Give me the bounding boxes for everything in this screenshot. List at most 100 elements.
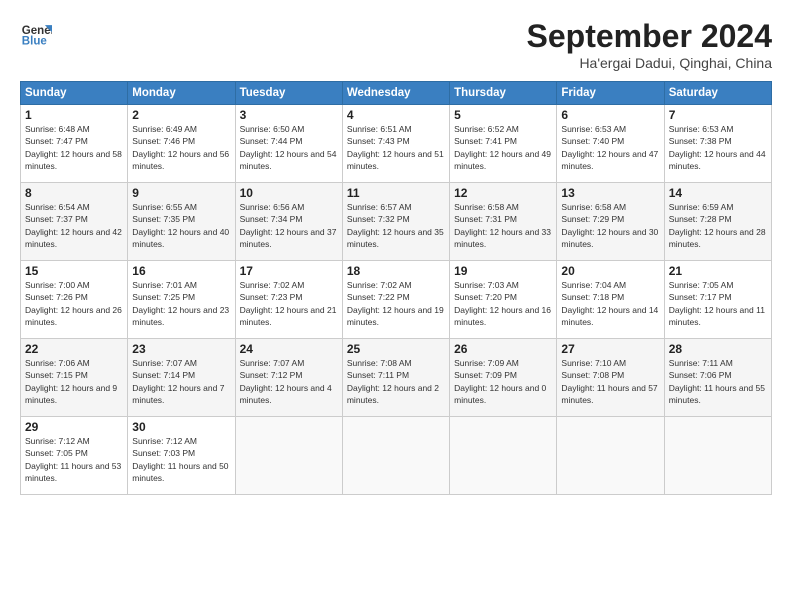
svg-text:Blue: Blue — [22, 36, 48, 48]
empty-cell — [342, 417, 449, 495]
day-info: Sunrise: 7:12 AMSunset: 7:05 PMDaylight:… — [25, 435, 123, 484]
location: Ha'ergai Dadui, Qinghai, China — [527, 55, 772, 71]
header: General Blue September 2024 Ha'ergai Dad… — [20, 18, 772, 71]
day-number: 27 — [561, 342, 659, 356]
day-info: Sunrise: 6:51 AMSunset: 7:43 PMDaylight:… — [347, 123, 445, 172]
weekday-header-row: SundayMondayTuesdayWednesdayThursdayFrid… — [21, 82, 772, 105]
day-cell-28: 28Sunrise: 7:11 AMSunset: 7:06 PMDayligh… — [664, 339, 771, 417]
day-number: 10 — [240, 186, 338, 200]
day-number: 2 — [132, 108, 230, 122]
day-info: Sunrise: 7:08 AMSunset: 7:11 PMDaylight:… — [347, 357, 445, 406]
day-cell-10: 10Sunrise: 6:56 AMSunset: 7:34 PMDayligh… — [235, 183, 342, 261]
day-cell-7: 7Sunrise: 6:53 AMSunset: 7:38 PMDaylight… — [664, 105, 771, 183]
day-info: Sunrise: 6:54 AMSunset: 7:37 PMDaylight:… — [25, 201, 123, 250]
day-info: Sunrise: 7:12 AMSunset: 7:03 PMDaylight:… — [132, 435, 230, 484]
day-cell-5: 5Sunrise: 6:52 AMSunset: 7:41 PMDaylight… — [450, 105, 557, 183]
weekday-header-saturday: Saturday — [664, 82, 771, 105]
day-info: Sunrise: 6:53 AMSunset: 7:38 PMDaylight:… — [669, 123, 767, 172]
day-number: 17 — [240, 264, 338, 278]
weekday-header-friday: Friday — [557, 82, 664, 105]
day-number: 13 — [561, 186, 659, 200]
day-cell-20: 20Sunrise: 7:04 AMSunset: 7:18 PMDayligh… — [557, 261, 664, 339]
day-cell-23: 23Sunrise: 7:07 AMSunset: 7:14 PMDayligh… — [128, 339, 235, 417]
empty-cell — [235, 417, 342, 495]
day-info: Sunrise: 7:02 AMSunset: 7:22 PMDaylight:… — [347, 279, 445, 328]
day-number: 22 — [25, 342, 123, 356]
week-row-4: 22Sunrise: 7:06 AMSunset: 7:15 PMDayligh… — [21, 339, 772, 417]
day-cell-19: 19Sunrise: 7:03 AMSunset: 7:20 PMDayligh… — [450, 261, 557, 339]
day-number: 11 — [347, 186, 445, 200]
day-cell-6: 6Sunrise: 6:53 AMSunset: 7:40 PMDaylight… — [557, 105, 664, 183]
day-cell-12: 12Sunrise: 6:58 AMSunset: 7:31 PMDayligh… — [450, 183, 557, 261]
day-number: 12 — [454, 186, 552, 200]
day-cell-11: 11Sunrise: 6:57 AMSunset: 7:32 PMDayligh… — [342, 183, 449, 261]
day-info: Sunrise: 6:59 AMSunset: 7:28 PMDaylight:… — [669, 201, 767, 250]
day-number: 23 — [132, 342, 230, 356]
day-info: Sunrise: 6:52 AMSunset: 7:41 PMDaylight:… — [454, 123, 552, 172]
day-number: 5 — [454, 108, 552, 122]
day-info: Sunrise: 6:48 AMSunset: 7:47 PMDaylight:… — [25, 123, 123, 172]
day-number: 26 — [454, 342, 552, 356]
day-cell-21: 21Sunrise: 7:05 AMSunset: 7:17 PMDayligh… — [664, 261, 771, 339]
day-number: 16 — [132, 264, 230, 278]
weekday-header-thursday: Thursday — [450, 82, 557, 105]
day-info: Sunrise: 6:49 AMSunset: 7:46 PMDaylight:… — [132, 123, 230, 172]
day-number: 6 — [561, 108, 659, 122]
day-number: 24 — [240, 342, 338, 356]
day-info: Sunrise: 7:06 AMSunset: 7:15 PMDaylight:… — [25, 357, 123, 406]
day-cell-15: 15Sunrise: 7:00 AMSunset: 7:26 PMDayligh… — [21, 261, 128, 339]
weekday-header-wednesday: Wednesday — [342, 82, 449, 105]
day-info: Sunrise: 7:11 AMSunset: 7:06 PMDaylight:… — [669, 357, 767, 406]
day-info: Sunrise: 7:03 AMSunset: 7:20 PMDaylight:… — [454, 279, 552, 328]
day-info: Sunrise: 6:58 AMSunset: 7:29 PMDaylight:… — [561, 201, 659, 250]
day-cell-26: 26Sunrise: 7:09 AMSunset: 7:09 PMDayligh… — [450, 339, 557, 417]
day-number: 25 — [347, 342, 445, 356]
day-cell-30: 30Sunrise: 7:12 AMSunset: 7:03 PMDayligh… — [128, 417, 235, 495]
day-cell-25: 25Sunrise: 7:08 AMSunset: 7:11 PMDayligh… — [342, 339, 449, 417]
day-number: 19 — [454, 264, 552, 278]
day-number: 29 — [25, 420, 123, 434]
day-number: 7 — [669, 108, 767, 122]
day-cell-14: 14Sunrise: 6:59 AMSunset: 7:28 PMDayligh… — [664, 183, 771, 261]
day-cell-4: 4Sunrise: 6:51 AMSunset: 7:43 PMDaylight… — [342, 105, 449, 183]
week-row-5: 29Sunrise: 7:12 AMSunset: 7:05 PMDayligh… — [21, 417, 772, 495]
day-cell-22: 22Sunrise: 7:06 AMSunset: 7:15 PMDayligh… — [21, 339, 128, 417]
month-title: September 2024 — [527, 18, 772, 55]
day-number: 30 — [132, 420, 230, 434]
day-cell-9: 9Sunrise: 6:55 AMSunset: 7:35 PMDaylight… — [128, 183, 235, 261]
day-cell-17: 17Sunrise: 7:02 AMSunset: 7:23 PMDayligh… — [235, 261, 342, 339]
title-block: September 2024 Ha'ergai Dadui, Qinghai, … — [527, 18, 772, 71]
day-info: Sunrise: 7:01 AMSunset: 7:25 PMDaylight:… — [132, 279, 230, 328]
empty-cell — [557, 417, 664, 495]
day-number: 1 — [25, 108, 123, 122]
day-info: Sunrise: 6:53 AMSunset: 7:40 PMDaylight:… — [561, 123, 659, 172]
day-cell-24: 24Sunrise: 7:07 AMSunset: 7:12 PMDayligh… — [235, 339, 342, 417]
day-cell-2: 2Sunrise: 6:49 AMSunset: 7:46 PMDaylight… — [128, 105, 235, 183]
weekday-header-monday: Monday — [128, 82, 235, 105]
day-info: Sunrise: 6:58 AMSunset: 7:31 PMDaylight:… — [454, 201, 552, 250]
day-cell-27: 27Sunrise: 7:10 AMSunset: 7:08 PMDayligh… — [557, 339, 664, 417]
day-number: 20 — [561, 264, 659, 278]
day-cell-13: 13Sunrise: 6:58 AMSunset: 7:29 PMDayligh… — [557, 183, 664, 261]
day-info: Sunrise: 6:56 AMSunset: 7:34 PMDaylight:… — [240, 201, 338, 250]
logo-icon: General Blue — [20, 18, 52, 50]
day-number: 15 — [25, 264, 123, 278]
day-number: 3 — [240, 108, 338, 122]
day-info: Sunrise: 7:07 AMSunset: 7:12 PMDaylight:… — [240, 357, 338, 406]
day-info: Sunrise: 7:10 AMSunset: 7:08 PMDaylight:… — [561, 357, 659, 406]
page: General Blue September 2024 Ha'ergai Dad… — [0, 0, 792, 612]
day-info: Sunrise: 6:57 AMSunset: 7:32 PMDaylight:… — [347, 201, 445, 250]
week-row-3: 15Sunrise: 7:00 AMSunset: 7:26 PMDayligh… — [21, 261, 772, 339]
weekday-header-sunday: Sunday — [21, 82, 128, 105]
day-info: Sunrise: 7:09 AMSunset: 7:09 PMDaylight:… — [454, 357, 552, 406]
day-info: Sunrise: 7:00 AMSunset: 7:26 PMDaylight:… — [25, 279, 123, 328]
day-cell-18: 18Sunrise: 7:02 AMSunset: 7:22 PMDayligh… — [342, 261, 449, 339]
day-info: Sunrise: 7:02 AMSunset: 7:23 PMDaylight:… — [240, 279, 338, 328]
day-number: 28 — [669, 342, 767, 356]
day-cell-16: 16Sunrise: 7:01 AMSunset: 7:25 PMDayligh… — [128, 261, 235, 339]
weekday-header-tuesday: Tuesday — [235, 82, 342, 105]
week-row-1: 1Sunrise: 6:48 AMSunset: 7:47 PMDaylight… — [21, 105, 772, 183]
day-number: 9 — [132, 186, 230, 200]
empty-cell — [450, 417, 557, 495]
day-cell-8: 8Sunrise: 6:54 AMSunset: 7:37 PMDaylight… — [21, 183, 128, 261]
